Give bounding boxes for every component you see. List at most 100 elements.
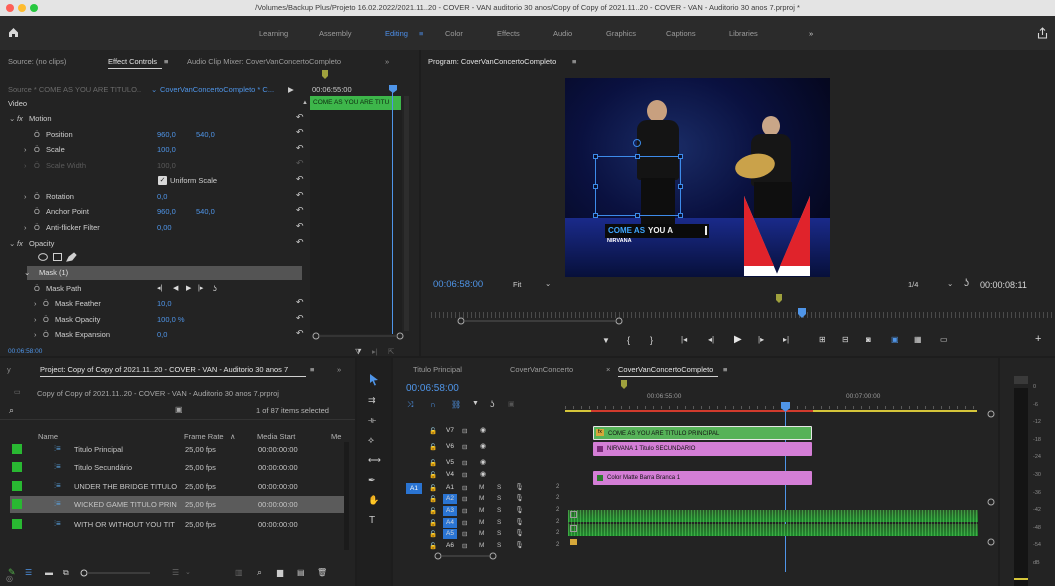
lock-icon[interactable]: 🔓 [429, 530, 437, 538]
label-color-swatch[interactable] [12, 519, 22, 529]
reset-antiflicker-icon[interactable]: ↶ [296, 221, 304, 232]
track-forward-icon[interactable]: |▸ [198, 281, 203, 296]
clip-come-as-you-are[interactable]: COME AS YOU ARE TITULO PRINCIPAL [593, 426, 812, 440]
new-bin-from-search-icon[interactable]: ▣ [175, 405, 183, 414]
sync-lock-icon[interactable]: ⊟ [462, 542, 467, 550]
lock-icon[interactable]: 🔓 [429, 542, 437, 550]
program-menu-icon[interactable]: ≡ [572, 57, 576, 66]
stopwatch-icon[interactable]: Ö [34, 281, 40, 296]
ec-playhead-icon[interactable] [389, 85, 397, 93]
workspace-audio[interactable]: Audio [553, 29, 572, 38]
lock-icon[interactable]: 🔓 [429, 471, 437, 479]
track-back-frame-icon[interactable]: ◀ [173, 281, 178, 296]
ec-clip-bar[interactable]: COME AS YOU ARE TITU [310, 96, 401, 110]
sync-lock-icon[interactable]: ⊟ [462, 530, 467, 538]
zoom-fit-select[interactable]: Fit [513, 280, 521, 289]
stopwatch-icon[interactable]: Ö [43, 312, 49, 327]
workspace-captions[interactable]: Captions [666, 29, 696, 38]
project-item-row[interactable]: ⫶≡ WITH OR WITHOUT YOU TIT 25,00 fps 00:00:… [10, 516, 344, 533]
workspace-more-icon[interactable]: » [809, 29, 813, 38]
eye-icon[interactable]: ◉ [480, 458, 486, 466]
sync-lock-icon[interactable]: ⊟ [462, 507, 467, 515]
lift-icon[interactable]: ⊞ [819, 335, 826, 344]
voiceover-mic-icon[interactable]: 🎙 [515, 518, 524, 526]
settings-wrench-icon[interactable]: ʖ [964, 278, 969, 289]
reset-position-icon[interactable]: ↶ [296, 127, 304, 138]
eye-icon[interactable]: ◉ [480, 470, 486, 478]
mask-feather-twirl-icon[interactable]: › [34, 296, 37, 311]
track-label[interactable]: A2 [443, 494, 457, 504]
selection-tool-icon[interactable] [369, 373, 379, 386]
play-audio-icon[interactable]: ▸| [372, 344, 378, 356]
project-item-row[interactable]: ⫶≡ Titulo Principal 25,00 fps 00:00:00:00 [10, 441, 344, 458]
reset-motion-icon[interactable]: ↶ [296, 112, 304, 123]
rotation-twirl-icon[interactable]: › [24, 189, 27, 204]
timeline-tab-completo[interactable]: CoverVanConcertoCompleto [618, 365, 713, 374]
zoom-slider[interactable] [80, 569, 152, 577]
reset-scale-icon[interactable]: ↶ [296, 143, 304, 154]
mute-button[interactable]: M [479, 542, 484, 549]
solo-button[interactable]: S [497, 542, 501, 549]
ec-zoom-scrollbar[interactable] [312, 332, 408, 340]
sync-lock-icon[interactable]: ⊟ [462, 459, 467, 467]
label-color-swatch[interactable] [12, 481, 22, 491]
workspace-effects[interactable]: Effects [497, 29, 520, 38]
project-item-row[interactable]: ⫶≡ WICKED GAME TITULO PRIN 25,00 fps 00:00:… [10, 496, 344, 513]
reset-rotation-icon[interactable]: ↶ [296, 190, 304, 201]
anchor-x-value[interactable]: 960,0 [157, 204, 176, 219]
go-to-in-icon[interactable]: |◂ [681, 335, 687, 344]
pen-tool-icon[interactable]: ✒ [368, 475, 376, 486]
share-icon[interactable] [1037, 27, 1048, 39]
project-more-icon[interactable]: » [337, 365, 341, 374]
position-y-value[interactable]: 540,0 [196, 127, 215, 142]
add-marker-icon[interactable]: ▼ [602, 336, 610, 345]
stopwatch-icon[interactable]: Ö [34, 127, 40, 142]
export-frame-icon[interactable]: ◙ [866, 335, 871, 344]
new-item-icon[interactable]: ▤ [297, 568, 305, 577]
mute-button[interactable]: M [479, 519, 484, 526]
eye-icon[interactable]: ◉ [480, 426, 486, 434]
mask-handle[interactable] [678, 154, 683, 159]
ellipse-mask-icon[interactable] [38, 253, 48, 261]
timeline-tab-cover-van-concerto[interactable]: CoverVanConcerto [510, 365, 573, 374]
item-name[interactable]: Titulo Principal [74, 445, 123, 454]
zoom-dropdown-icon[interactable]: ⌄ [545, 279, 551, 288]
track-label[interactable]: V7 [443, 426, 457, 436]
mask-label[interactable]: Mask (1) [39, 265, 68, 280]
slip-tool-icon[interactable]: ⟷ [368, 455, 381, 466]
track-label[interactable]: A1 [443, 483, 457, 493]
sync-lock-icon[interactable]: ⊟ [462, 495, 467, 503]
home-icon[interactable] [8, 27, 19, 38]
wrench-icon[interactable]: ʖ [213, 281, 217, 296]
program-playhead-icon[interactable] [798, 308, 806, 318]
proxy-toggle-icon[interactable]: ▦ [914, 335, 922, 344]
sync-lock-icon[interactable]: ⊟ [462, 471, 467, 479]
lock-icon[interactable]: 🔓 [429, 495, 437, 503]
mask-handle[interactable] [593, 154, 598, 159]
sequence-dropdown[interactable]: ⌄ [151, 82, 157, 97]
reset-mask-feather-icon[interactable]: ↶ [296, 297, 304, 308]
reset-anchor-icon[interactable]: ↶ [296, 205, 304, 216]
lock-icon[interactable]: 🔓 [429, 459, 437, 467]
label-color-swatch[interactable] [12, 462, 22, 472]
workspace-graphics[interactable]: Graphics [606, 29, 636, 38]
anchor-y-value[interactable]: 540,0 [196, 204, 215, 219]
column-name[interactable]: Name [38, 432, 58, 441]
opacity-twirl-icon[interactable]: ⌄ [9, 236, 15, 251]
column-media-start[interactable]: Media Start [257, 432, 295, 441]
sync-lock-icon[interactable]: ⊟ [462, 427, 467, 435]
timeline-vscroll-handle[interactable] [987, 498, 995, 506]
rectangle-mask-icon[interactable] [53, 253, 62, 261]
lock-icon[interactable]: 🔓 [429, 427, 437, 435]
reset-mask-expansion-icon[interactable]: ↶ [296, 328, 304, 339]
program-title[interactable]: Program: CoverVanConcertoCompleto [428, 57, 556, 66]
type-tool-icon[interactable]: T [369, 515, 375, 526]
label-color-swatch[interactable] [12, 499, 22, 509]
mask-twirl-icon[interactable]: ⌄ [24, 265, 30, 280]
stopwatch-icon[interactable]: Ö [34, 204, 40, 219]
automate-sequence-icon[interactable]: ▥ [235, 568, 243, 577]
track-label[interactable]: V5 [443, 458, 457, 468]
project-title[interactable]: Project: Copy of Copy of 2021.11..20 - C… [40, 365, 288, 374]
antiflicker-twirl-icon[interactable]: › [24, 220, 27, 235]
mask-bounding-box[interactable] [595, 156, 681, 216]
